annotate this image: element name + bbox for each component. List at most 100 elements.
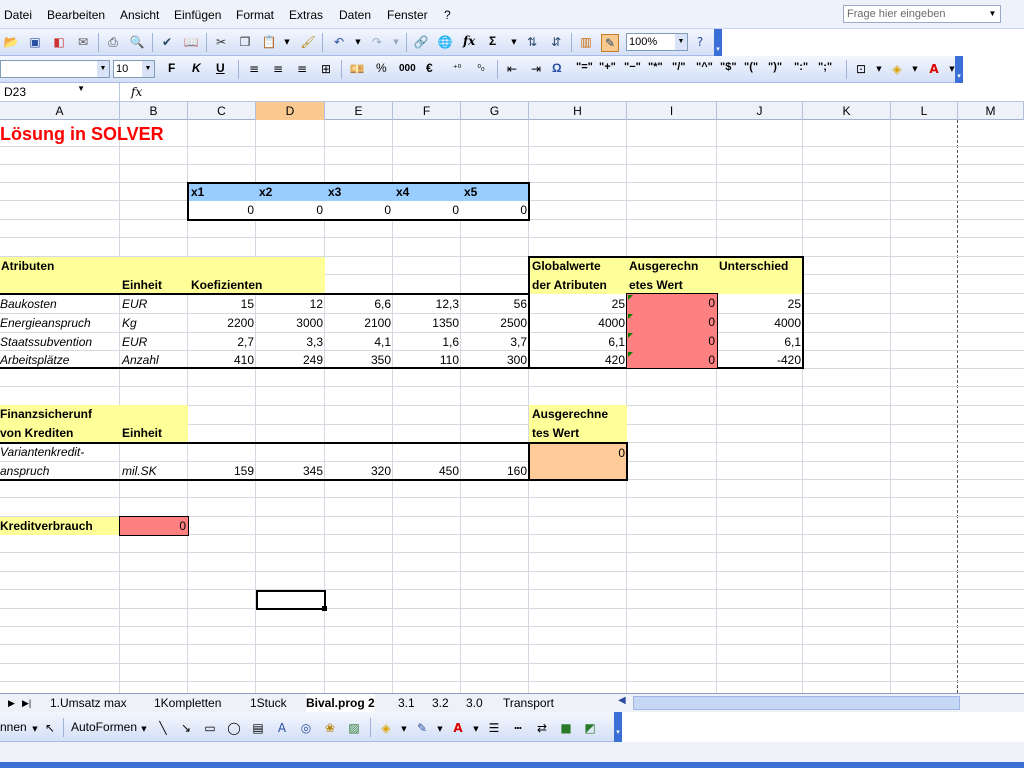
- tab-scroll-last-icon[interactable]: ▶|: [22, 694, 31, 712]
- help-search-input[interactable]: Frage hier eingeben ▼: [843, 5, 1001, 23]
- diff-header[interactable]: Unterschied: [719, 257, 788, 275]
- scrollbar-thumb[interactable]: [633, 696, 960, 710]
- tab-3-1[interactable]: 3.1: [398, 694, 415, 712]
- column-header-k[interactable]: K: [803, 102, 891, 120]
- coef-arbeitsplaetze-5[interactable]: 300: [461, 351, 529, 369]
- increase-indent-icon[interactable]: ⇥: [528, 61, 544, 77]
- percent-button[interactable]: %: [376, 61, 387, 75]
- chevron-down-icon[interactable]: ▼: [97, 61, 109, 77]
- calc-baukosten[interactable]: 0: [627, 294, 717, 313]
- x-value-1[interactable]: 0: [188, 201, 256, 219]
- chart-wizard-icon[interactable]: ▥: [578, 34, 594, 50]
- open-icon[interactable]: 📂: [3, 34, 19, 50]
- redo-icon[interactable]: ↷: [369, 34, 385, 50]
- zoom-select[interactable]: 100% ▼: [626, 33, 688, 51]
- format-painter-icon[interactable]: 🖌: [300, 34, 316, 50]
- help-icon[interactable]: ?: [692, 34, 708, 50]
- attr-unit-arbeitsplaetze[interactable]: Anzahl: [122, 351, 159, 369]
- picture-icon[interactable]: ▨: [346, 720, 362, 736]
- coef-energie-2[interactable]: 3000: [256, 314, 325, 332]
- attr-unit-baukosten[interactable]: EUR: [122, 295, 147, 313]
- column-header-j[interactable]: J: [717, 102, 803, 120]
- font-name-select[interactable]: ▼: [0, 60, 110, 78]
- coef-baukosten-1[interactable]: 15: [188, 295, 256, 313]
- worksheet-grid[interactable]: Lösung in SOLVER x1 x2 x3 x4 x5 0 0 0 0 …: [0, 120, 1024, 693]
- chevron-down-icon[interactable]: ▼: [675, 34, 687, 50]
- calc-arbeitsplaetze[interactable]: 0: [627, 351, 717, 369]
- column-header-e[interactable]: E: [325, 102, 393, 120]
- font-color-icon[interactable]: A: [450, 720, 466, 736]
- global-header-2[interactable]: der Atributen: [532, 276, 607, 294]
- chevron-down-icon[interactable]: ▼: [871, 61, 887, 77]
- symbol-colon[interactable]: ":": [794, 61, 808, 73]
- x-value-2[interactable]: 0: [256, 201, 325, 219]
- credit-value-5[interactable]: 160: [461, 462, 529, 480]
- attr-name-energie[interactable]: Energieanspruch: [0, 314, 91, 332]
- chevron-down-icon[interactable]: ▼: [350, 34, 366, 50]
- research-globe-icon[interactable]: 🌐: [437, 34, 453, 50]
- print-icon[interactable]: ⎙: [105, 34, 121, 50]
- symbol-button[interactable]: Ω: [552, 61, 562, 75]
- symbol-divide[interactable]: "/": [672, 61, 686, 73]
- spellcheck-icon[interactable]: ✔: [159, 34, 175, 50]
- finance-unit-header[interactable]: Einheit: [122, 424, 162, 442]
- coef-baukosten-4[interactable]: 12,3: [393, 295, 461, 313]
- credit-name-2[interactable]: anspruch: [0, 462, 49, 480]
- permission-icon[interactable]: ◧: [51, 34, 67, 50]
- credit-name-1[interactable]: Variantenkredit-: [0, 443, 84, 461]
- coef-header[interactable]: Koefizienten: [191, 276, 262, 294]
- line-style-icon[interactable]: ☰: [486, 720, 502, 736]
- autosum-icon[interactable]: Σ: [489, 34, 496, 48]
- attr-name-arbeitsplaetze[interactable]: Arbeitsplätze: [0, 351, 69, 369]
- tab-3-0[interactable]: 3.0: [466, 694, 483, 712]
- coef-subvention-1[interactable]: 2,7: [188, 333, 256, 351]
- textbox-icon[interactable]: ▤: [250, 720, 266, 736]
- coef-subvention-3[interactable]: 4,1: [325, 333, 393, 351]
- toolbar-options-icon[interactable]: ▾: [955, 56, 963, 83]
- symbol-power[interactable]: "^": [696, 61, 713, 73]
- coef-subvention-5[interactable]: 3,7: [461, 333, 529, 351]
- drawing-icon[interactable]: ✎: [601, 34, 619, 52]
- calc-header-2[interactable]: etes Wert: [629, 276, 683, 294]
- menu-fenster[interactable]: Fenster: [387, 8, 428, 22]
- credit-value-3[interactable]: 320: [325, 462, 393, 480]
- menu-einfuegen[interactable]: Einfügen: [174, 8, 221, 22]
- coef-baukosten-2[interactable]: 12: [256, 295, 325, 313]
- tab-umsatz-max[interactable]: 1.Umsatz max: [50, 694, 127, 712]
- credit-value-1[interactable]: 159: [188, 462, 256, 480]
- coef-arbeitsplaetze-2[interactable]: 249: [256, 351, 325, 369]
- menu-bearbeiten[interactable]: Bearbeiten: [47, 8, 105, 22]
- column-header-f[interactable]: F: [393, 102, 461, 120]
- borders-icon[interactable]: ⊡: [853, 61, 869, 77]
- currency-icon[interactable]: 💴: [349, 61, 365, 77]
- rectangle-icon[interactable]: ▭: [202, 720, 218, 736]
- credit-value-4[interactable]: 450: [393, 462, 461, 480]
- dash-style-icon[interactable]: ┅: [510, 720, 526, 736]
- name-box[interactable]: D23 ▼: [0, 83, 120, 102]
- chevron-down-icon[interactable]: ▼: [506, 34, 522, 50]
- column-header-d[interactable]: D: [256, 102, 325, 120]
- x-header-4[interactable]: x4: [393, 183, 461, 201]
- fill-color-icon[interactable]: ◈: [378, 720, 394, 736]
- finance-header-1[interactable]: Finanzsicherunf: [0, 405, 92, 423]
- tab-3-2[interactable]: 3.2: [432, 694, 449, 712]
- font-size-select[interactable]: 10 ▼: [113, 60, 155, 78]
- copy-icon[interactable]: ❐: [237, 34, 253, 50]
- line-icon[interactable]: ╲: [155, 720, 171, 736]
- usage-value[interactable]: 0: [120, 517, 188, 535]
- tab-1stuck[interactable]: 1Stuck: [250, 694, 287, 712]
- finance-header-2[interactable]: von Krediten: [0, 424, 73, 442]
- diff-arbeitsplaetze[interactable]: -420: [717, 351, 803, 369]
- symbol-times[interactable]: "*": [648, 61, 663, 73]
- diff-baukosten[interactable]: 25: [717, 295, 803, 313]
- coef-baukosten-3[interactable]: 6,6: [325, 295, 393, 313]
- x-header-5[interactable]: x5: [461, 183, 529, 201]
- active-cell-cursor[interactable]: [256, 590, 326, 610]
- chevron-down-icon[interactable]: ▼: [907, 61, 923, 77]
- x-value-4[interactable]: 0: [393, 201, 461, 219]
- italic-button[interactable]: K: [192, 61, 201, 75]
- chevron-down-icon[interactable]: ▼: [468, 721, 484, 737]
- column-header-a[interactable]: A: [0, 102, 120, 120]
- coef-subvention-2[interactable]: 3,3: [256, 333, 325, 351]
- insert-function-icon[interactable]: fx: [131, 85, 142, 99]
